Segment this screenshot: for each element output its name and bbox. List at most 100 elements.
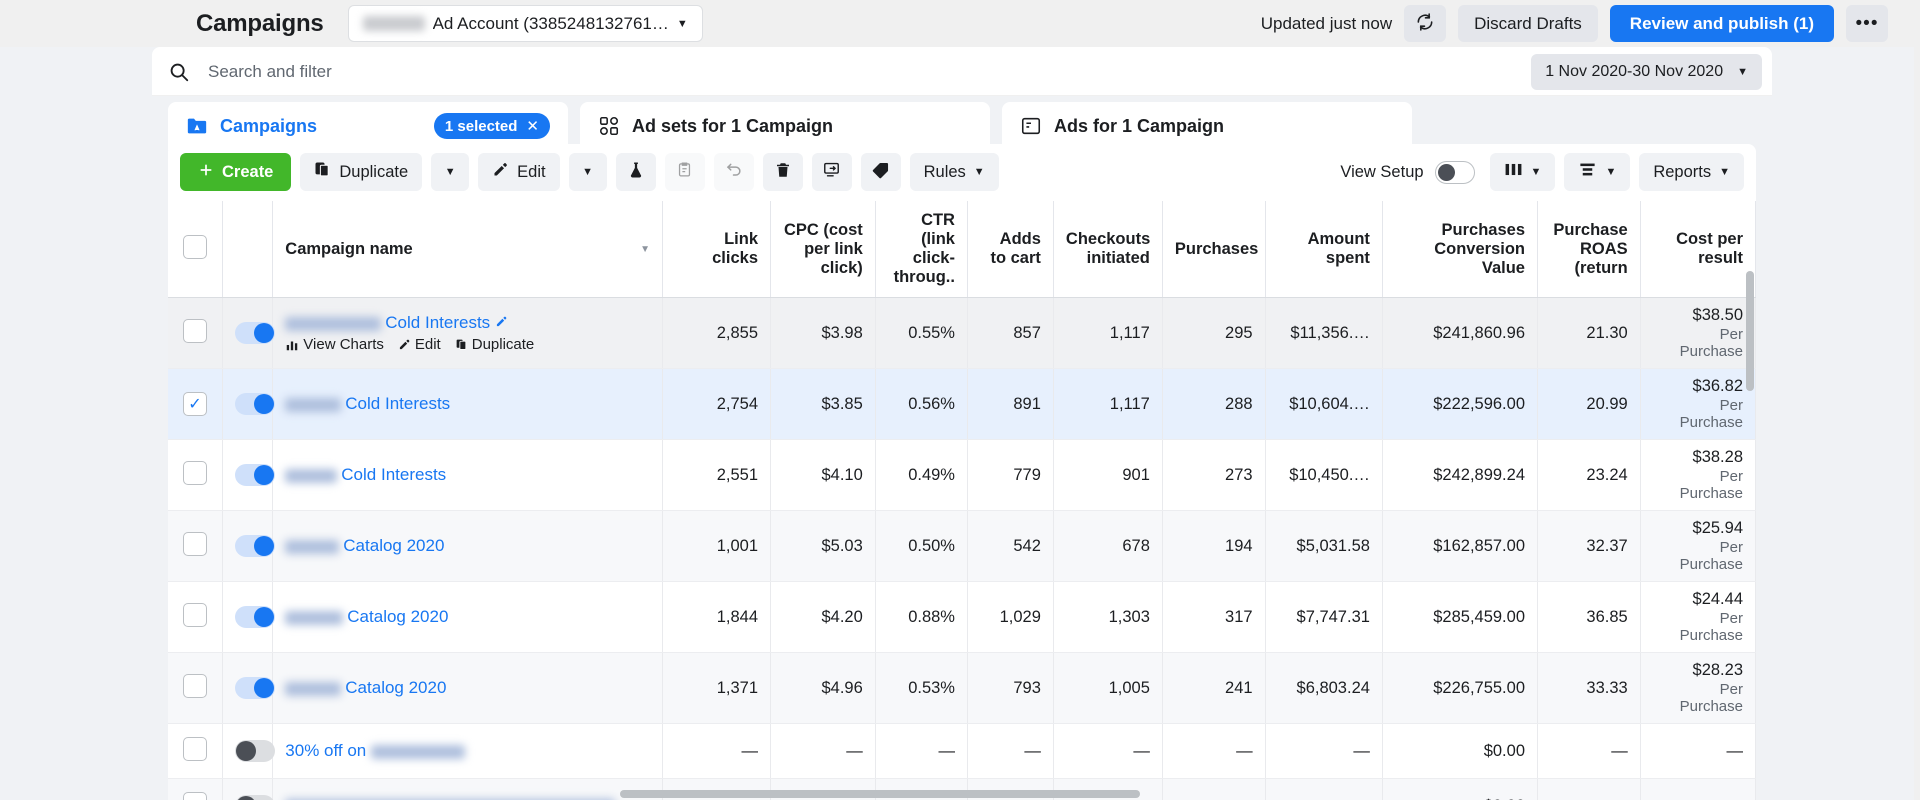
ab-test-button[interactable] [615,153,656,191]
row-checkbox[interactable] [182,318,207,343]
row-select-cell[interactable] [168,778,223,800]
row-select-cell[interactable] [168,581,223,653]
column-header-adds-to-cart[interactable]: Adds to cart [967,201,1054,298]
rules-button[interactable]: Rules ▼ [909,153,999,191]
column-header-campaign-name[interactable]: Campaign name ▼ [272,201,664,298]
date-range-picker[interactable]: 1 Nov 2020-30 Nov 2020 ▼ [1531,53,1762,90]
table-row[interactable]: Catalog 2020 1,844 $4.20 0.88% 1,029 1,303 317… [168,581,1756,653]
cell-purchase-roas: 21.30 [1537,297,1641,369]
view-setup-toggle-group[interactable]: View Setup [1340,160,1475,184]
duplicate-button[interactable]: Duplicate [300,153,423,191]
discard-drafts-button[interactable]: Discard Drafts [1458,5,1598,42]
duplicate-icon [314,161,331,183]
row-select-cell[interactable] [168,723,223,779]
row-select-cell[interactable]: ✓ [168,368,223,440]
row-checkbox[interactable] [182,673,207,698]
horizontal-scrollbar[interactable] [620,790,1140,798]
campaign-status-toggle[interactable] [234,393,275,415]
column-header-link-clicks[interactable]: Link clicks [662,201,771,298]
row-select-cell[interactable] [168,297,223,369]
campaign-status-toggle[interactable] [234,464,275,486]
tab-campaigns[interactable]: Campaigns 1 selected ✕ [168,102,568,150]
duplicate-dropdown-button[interactable]: ▼ [431,153,470,191]
campaign-name-link[interactable]: Cold Interests [341,465,446,484]
campaign-status-toggle[interactable] [234,795,275,800]
tab-ads[interactable]: Ads for 1 Campaign [1002,102,1412,150]
column-header-amount-spent[interactable]: Amount spent [1265,201,1383,298]
row-status-cell[interactable] [222,723,275,779]
ad-account-select[interactable]: Ad Account (3385248132761… ▼ [347,5,703,42]
column-header-purchase-roas[interactable]: Purchase ROAS (return [1537,201,1641,298]
export-button[interactable] [811,153,852,191]
columns-button[interactable]: ▼ [1489,153,1556,191]
search-input[interactable] [206,55,1532,88]
chevron-down-icon: ▼ [1530,166,1542,178]
table-row[interactable]: Cold Interests 2,551 $4.10 0.49% 779 901 273 $1… [168,439,1756,511]
campaign-name-link[interactable]: 30% off on [285,741,366,760]
row-status-cell[interactable] [222,297,275,369]
inline-edit-pencil-icon[interactable] [495,314,508,332]
table-row[interactable]: 30% off on — — — — — — — $0.00 — — [168,723,1756,779]
cell-ctr: 0.50% [875,510,968,582]
row-checkbox[interactable] [182,736,207,761]
row-status-cell[interactable] [222,652,275,724]
row-checkbox[interactable] [182,531,207,556]
campaign-name-link[interactable]: Catalog 2020 [347,607,448,626]
clear-selection-icon[interactable]: ✕ [526,117,539,135]
reports-button[interactable]: Reports ▼ [1639,153,1744,191]
column-header-ctr[interactable]: CTR (link click-throug.. [875,201,968,298]
column-header-purchases[interactable]: Purchases [1162,201,1266,298]
row-status-cell[interactable] [222,368,275,440]
view-charts-action[interactable]: View Charts [285,336,384,353]
row-status-cell[interactable] [222,510,275,582]
breakdown-button[interactable]: ▼ [1564,153,1631,191]
row-checkbox[interactable] [182,602,207,627]
undo-button[interactable] [713,153,754,191]
campaign-name-link[interactable]: Catalog 2020 [345,678,446,697]
row-select-cell[interactable] [168,439,223,511]
vertical-scrollbar[interactable] [1746,271,1754,391]
campaign-status-toggle[interactable] [234,322,275,344]
row-checkbox[interactable]: ✓ [182,392,207,416]
row-status-cell[interactable] [222,581,275,653]
select-all-checkbox[interactable] [182,234,207,259]
cell-cost-per-result: — [1640,778,1756,800]
more-options-button[interactable]: ••• [1846,5,1888,42]
column-header-cost-per-result[interactable]: Cost per result [1640,201,1756,298]
table-row[interactable]: Catalog 2020 1,001 $5.03 0.50% 542 678 194 $5,0… [168,510,1756,582]
campaign-name-link[interactable]: Cold Interests [385,313,490,332]
cell-cpc-value: $4.96 [821,678,863,697]
tag-button[interactable] [860,153,901,191]
campaign-name-link[interactable]: Cold Interests [345,394,450,413]
column-header-purchases-conversion-value[interactable]: Purchases Conversion Value [1382,201,1539,298]
table-row[interactable]: ✓ Cold Interests 2,754 $3.85 0.56% 891 1,117 28… [168,368,1756,440]
campaign-status-toggle[interactable] [234,535,275,557]
column-header-checkouts-initiated[interactable]: Checkouts initiated [1053,201,1163,298]
campaign-status-toggle[interactable] [234,677,275,699]
column-header-cpc[interactable]: CPC (cost per link click) [770,201,876,298]
view-setup-toggle[interactable] [1434,160,1475,184]
row-select-cell[interactable] [168,510,223,582]
top-bar: Campaigns Ad Account (3385248132761… ▼ U… [0,0,1920,47]
campaign-status-toggle[interactable] [234,606,275,628]
table-row[interactable]: Catalog 2020 1,371 $4.96 0.53% 793 1,005 241 $6… [168,652,1756,724]
row-status-cell[interactable] [222,778,275,800]
tab-ad-sets[interactable]: Ad sets for 1 Campaign [580,102,990,150]
review-and-publish-button[interactable]: Review and publish (1) [1609,5,1834,42]
row-duplicate-action[interactable]: Duplicate [455,336,534,353]
edit-button[interactable]: Edit [478,153,560,191]
row-edit-action[interactable]: Edit [398,336,441,353]
table-row[interactable]: Cold Interests View Charts Edit Duplicate 2… [168,297,1756,369]
row-checkbox[interactable] [182,791,207,800]
campaign-status-toggle[interactable] [234,740,275,762]
delete-button[interactable] [762,153,803,191]
refresh-button[interactable] [1404,5,1447,42]
row-checkbox[interactable] [182,460,207,485]
create-button[interactable]: Create [180,153,292,191]
cell-cost-per-result-value: $24.44 [1692,590,1743,608]
edit-dropdown-button[interactable]: ▼ [568,153,607,191]
campaign-name-link[interactable]: Catalog 2020 [343,536,444,555]
clipboard-button[interactable] [664,153,705,191]
row-select-cell[interactable] [168,652,223,724]
row-status-cell[interactable] [222,439,275,511]
